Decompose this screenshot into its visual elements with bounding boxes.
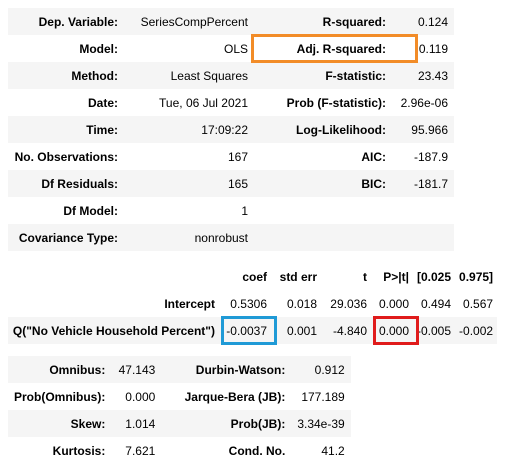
omnibus-label: Omnibus: [8,356,112,383]
model-value: OLS [124,35,254,62]
intercept-ci-low: 0.494 [413,290,456,317]
table-row: Df Model: 1 [8,197,454,224]
method-label: Method: [8,62,124,89]
df-residuals-label: Df Residuals: [8,170,124,197]
empty-cell [392,197,454,224]
table-row: Skew: 1.014 Prob(JB): 3.34e-39 [8,410,351,437]
header-std-err: std err [271,263,321,290]
predictor-t: -4.840 [321,317,371,344]
durbin-watson-label: Durbin-Watson: [161,356,292,383]
header-empty [8,263,219,290]
log-likelihood-label: Log-Likelihood: [254,116,392,143]
r-squared-value: 0.124 [392,8,454,35]
prob-omnibus-value: 0.000 [111,383,162,410]
prob-jb-label: Prob(JB): [161,410,292,437]
prob-omnibus-label: Prob(Omnibus): [8,383,112,410]
table-row: Prob(Omnibus): 0.000 Jarque-Bera (JB): 1… [8,383,351,410]
aic-label: AIC: [254,143,392,170]
predictor-p: 0.000 [371,317,413,344]
kurtosis-value: 7.621 [111,437,162,464]
no-observations-value: 167 [124,143,254,170]
header-coef: coef [219,263,271,290]
cond-no-value: 41.2 [291,437,351,464]
model-summary-table: Dep. Variable: SeriesCompPercent R-squar… [8,8,454,251]
dep-variable-value: SeriesCompPercent [124,8,254,35]
df-residuals-value: 165 [124,170,254,197]
covariance-type-value: nonrobust [124,224,254,251]
predictor-label: Q("No Vehicle Household Percent") [8,317,219,344]
bic-label: BIC: [254,170,392,197]
predictor-ci-high: -0.002 [455,317,498,344]
empty-cell [392,224,454,251]
f-statistic-label: F-statistic: [254,62,392,89]
table-row: No. Observations: 167 AIC: -187.9 [8,143,454,170]
header-t: t [321,263,371,290]
adj-r-squared-value: 0.119 [392,35,454,62]
durbin-watson-value: 0.912 [291,356,351,383]
prob-f-statistic-label: Prob (F-statistic): [254,89,392,116]
intercept-coef: 0.5306 [219,290,271,317]
df-model-value: 1 [124,197,254,224]
date-value: Tue, 06 Jul 2021 [124,89,254,116]
skew-value: 1.014 [111,410,162,437]
table-row: Dep. Variable: SeriesCompPercent R-squar… [8,8,454,35]
intercept-std-err: 0.018 [271,290,321,317]
predictor-coef: -0.0037 [219,317,271,344]
empty-cell [254,224,392,251]
intercept-label: Intercept [8,290,219,317]
jarque-bera-label: Jarque-Bera (JB): [161,383,292,410]
intercept-t: 29.036 [321,290,371,317]
log-likelihood-value: 95.966 [392,116,454,143]
table-row: Date: Tue, 06 Jul 2021 Prob (F-statistic… [8,89,454,116]
table-row: Model: OLS Adj. R-squared: 0.119 [8,35,454,62]
model-label: Model: [8,35,124,62]
header-ci-low: [0.025 [413,263,456,290]
prob-f-statistic-value: 2.96e-06 [392,89,454,116]
predictor-ci-low: -0.005 [413,317,456,344]
header-ci-high: 0.975] [455,263,498,290]
covariance-type-label: Covariance Type: [8,224,124,251]
table-row: Df Residuals: 165 BIC: -181.7 [8,170,454,197]
table-row: Covariance Type: nonrobust [8,224,454,251]
aic-value: -187.9 [392,143,454,170]
table-row: Omnibus: 47.143 Durbin-Watson: 0.912 [8,356,351,383]
r-squared-label: R-squared: [254,8,392,35]
dep-variable-label: Dep. Variable: [8,8,124,35]
method-value: Least Squares [124,62,254,89]
header-p: P>|t| [371,263,413,290]
table-row: Intercept 0.5306 0.018 29.036 0.000 0.49… [8,290,498,317]
diagnostics-table: Omnibus: 47.143 Durbin-Watson: 0.912 Pro… [8,356,351,464]
time-value: 17:09:22 [124,116,254,143]
f-statistic-value: 23.43 [392,62,454,89]
empty-cell [254,197,392,224]
adj-r-squared-label: Adj. R-squared: [254,35,392,62]
table-row: Q("No Vehicle Household Percent") -0.003… [8,317,498,344]
intercept-p: 0.000 [371,290,413,317]
df-model-label: Df Model: [8,197,124,224]
table-row: Time: 17:09:22 Log-Likelihood: 95.966 [8,116,454,143]
time-label: Time: [8,116,124,143]
jarque-bera-value: 177.189 [291,383,351,410]
skew-label: Skew: [8,410,112,437]
table-row: Kurtosis: 7.621 Cond. No. 41.2 [8,437,351,464]
cond-no-label: Cond. No. [161,437,292,464]
table-row: Method: Least Squares F-statistic: 23.43 [8,62,454,89]
no-observations-label: No. Observations: [8,143,124,170]
date-label: Date: [8,89,124,116]
predictor-std-err: 0.001 [271,317,321,344]
table-header-row: coef std err t P>|t| [0.025 0.975] [8,263,498,290]
coefficients-table: coef std err t P>|t| [0.025 0.975] Inter… [8,263,498,344]
bic-value: -181.7 [392,170,454,197]
prob-jb-value: 3.34e-39 [291,410,351,437]
omnibus-value: 47.143 [111,356,162,383]
kurtosis-label: Kurtosis: [8,437,112,464]
intercept-ci-high: 0.567 [455,290,498,317]
